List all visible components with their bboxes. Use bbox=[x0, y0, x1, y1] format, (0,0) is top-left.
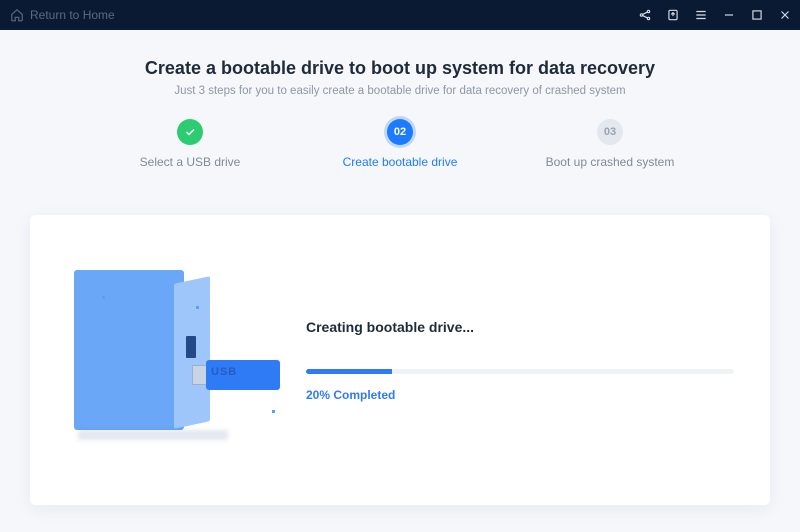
progress-bar-fill bbox=[306, 369, 392, 374]
progress-percent: 20% Completed bbox=[306, 388, 734, 402]
usb-text: USB bbox=[211, 366, 237, 378]
progress-card: USB Creating bootable drive... 20% Compl… bbox=[30, 215, 770, 505]
progress-bar bbox=[306, 369, 734, 374]
home-icon bbox=[10, 8, 24, 22]
maximize-icon[interactable] bbox=[750, 8, 764, 22]
close-icon[interactable] bbox=[778, 8, 792, 22]
step-3-label: Boot up crashed system bbox=[546, 155, 675, 169]
return-home-label: Return to Home bbox=[30, 8, 115, 22]
step-1: Select a USB drive bbox=[120, 119, 260, 169]
usb-illustration: USB bbox=[56, 260, 266, 460]
export-icon[interactable] bbox=[666, 8, 680, 22]
hero: Create a bootable drive to boot up syste… bbox=[0, 30, 800, 185]
check-icon bbox=[184, 126, 196, 138]
progress-status: Creating bootable drive... bbox=[306, 319, 734, 335]
step-3-badge: 03 bbox=[597, 119, 623, 145]
step-indicator: Select a USB drive 02 Create bootable dr… bbox=[120, 119, 680, 169]
step-2-badge: 02 bbox=[387, 119, 413, 145]
page-title: Create a bootable drive to boot up syste… bbox=[20, 58, 780, 79]
step-1-label: Select a USB drive bbox=[140, 155, 241, 169]
step-1-badge bbox=[177, 119, 203, 145]
share-icon[interactable] bbox=[638, 8, 652, 22]
titlebar: Return to Home bbox=[0, 0, 800, 30]
menu-icon[interactable] bbox=[694, 8, 708, 22]
progress-area: Creating bootable drive... 20% Completed bbox=[306, 319, 734, 402]
window-controls bbox=[638, 8, 792, 22]
step-3: 03 Boot up crashed system bbox=[540, 119, 680, 169]
minimize-icon[interactable] bbox=[722, 8, 736, 22]
step-2: 02 Create bootable drive bbox=[330, 119, 470, 169]
step-2-label: Create bootable drive bbox=[343, 155, 458, 169]
page-subtitle: Just 3 steps for you to easily create a … bbox=[20, 85, 780, 97]
return-home-button[interactable]: Return to Home bbox=[10, 8, 115, 22]
